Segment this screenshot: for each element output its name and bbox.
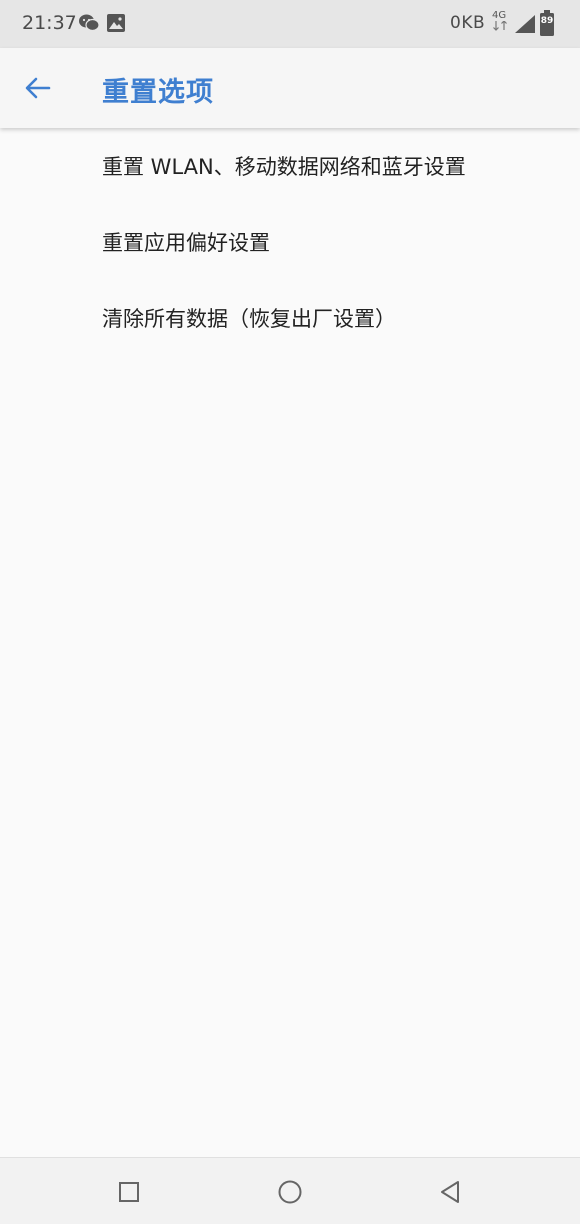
navigation-bar: [0, 1157, 580, 1224]
page-title: 重置选项: [102, 77, 214, 108]
battery-icon: 89: [540, 10, 554, 36]
network-type-label: 4G: [492, 10, 507, 21]
factory-reset-item[interactable]: 清除所有数据（恢复出厂设置）: [0, 280, 580, 356]
status-time: 21:37: [22, 12, 77, 34]
list-item-label: 重置应用偏好设置: [102, 231, 270, 255]
app-bar: 重置选项: [0, 48, 580, 128]
status-bar: 21:37 0KB 4G 89: [0, 0, 580, 48]
home-circle-icon: [278, 1180, 302, 1204]
list-item-label: 重置 WLAN、移动数据网络和蓝牙设置: [102, 155, 466, 179]
network-speed: 0KB: [450, 13, 486, 33]
recents-button[interactable]: [109, 1172, 149, 1212]
arrow-left-icon: [25, 77, 51, 99]
gallery-icon: [106, 13, 126, 37]
list-item-label: 清除所有数据（恢复出厂设置）: [102, 307, 396, 331]
reset-app-preferences-item[interactable]: 重置应用偏好设置: [0, 204, 580, 280]
reset-options-list: 重置 WLAN、移动数据网络和蓝牙设置 重置应用偏好设置 清除所有数据（恢复出厂…: [0, 128, 580, 356]
signal-icon: [514, 14, 536, 38]
screen: 21:37 0KB 4G 89 重置选项 重置 WLAN、移动数据网络和蓝牙设置…: [0, 0, 580, 1224]
home-button[interactable]: [270, 1172, 310, 1212]
wechat-icon: [78, 13, 100, 37]
reset-network-settings-item[interactable]: 重置 WLAN、移动数据网络和蓝牙设置: [0, 128, 580, 204]
recents-square-icon: [119, 1182, 139, 1202]
back-button[interactable]: [14, 64, 62, 112]
back-triangle-icon: [441, 1181, 459, 1203]
battery-level: 89: [540, 16, 554, 26]
network-type-indicator: 4G: [492, 11, 510, 31]
back-nav-button[interactable]: [430, 1172, 470, 1212]
